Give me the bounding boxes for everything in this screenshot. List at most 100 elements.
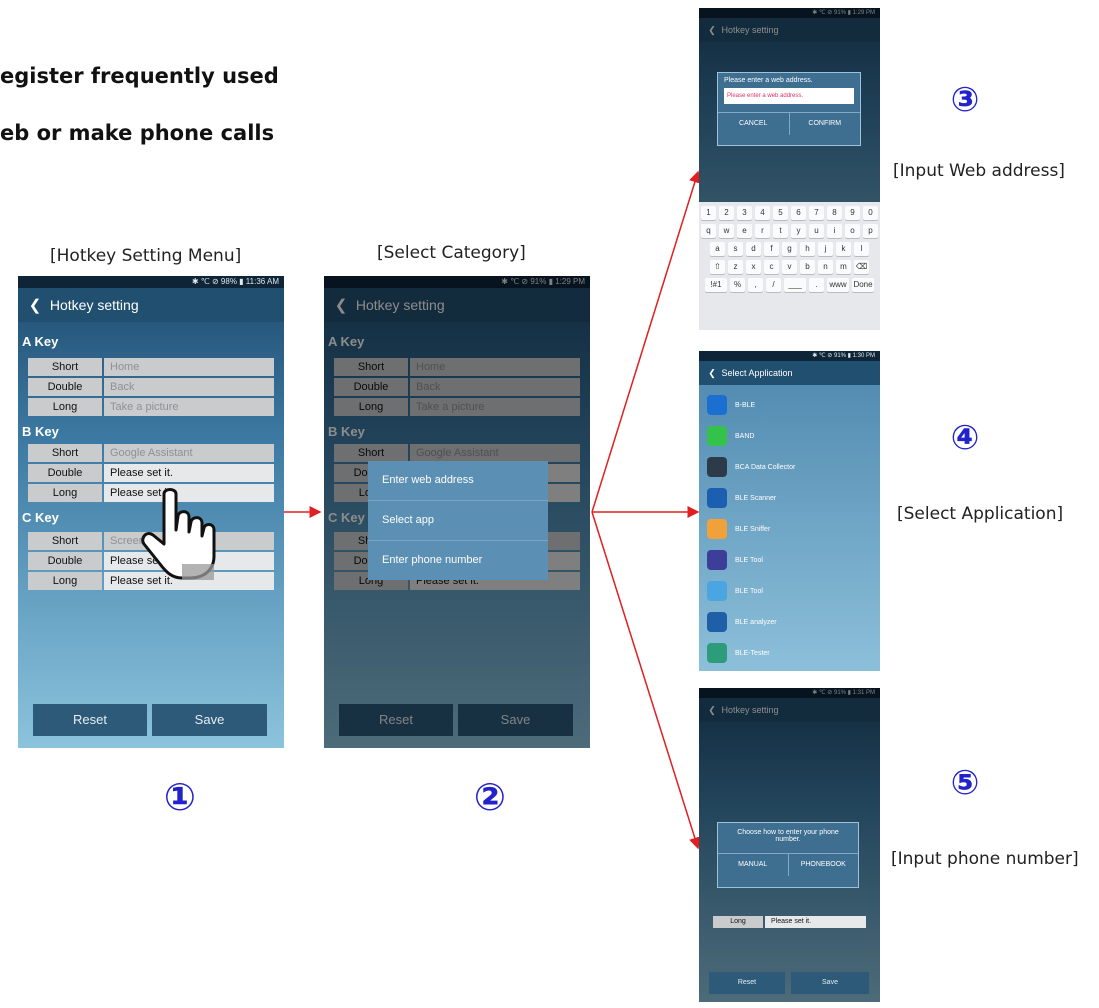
app-list-item[interactable]: BLE Sniffer [707,515,770,543]
row-value[interactable]: Back [104,378,274,396]
section-c-key: C Key [22,510,59,525]
app-icon [707,395,727,415]
keyboard-key[interactable]: z [728,260,743,274]
section-b-key: B Key [22,424,59,439]
keyboard-key[interactable]: , [748,278,763,292]
keyboard-key[interactable]: k [836,242,851,256]
app-list-item[interactable]: BCA Data Collector [707,453,795,481]
keyboard-key[interactable]: u [809,224,824,238]
keyboard-key[interactable]: s [728,242,743,256]
row-label: Short [28,444,102,462]
app-icon [707,488,727,508]
keyboard-key[interactable]: b [800,260,815,274]
web-address-input[interactable]: Please enter a web address. [724,88,854,104]
keyboard-key[interactable]: w [719,224,734,238]
row-label: Long [713,916,763,928]
app-list-item[interactable]: BLE-Tester [707,639,770,667]
keyboard-key[interactable]: f [764,242,779,256]
app-name: BLE-Tester [735,649,770,657]
keyboard-key[interactable]: 5 [773,206,788,220]
keyboard-key[interactable]: m [836,260,851,274]
keyboard-key[interactable]: ___ [784,278,806,292]
dialog-title: Please enter a web address. [724,77,813,84]
app-list-item[interactable]: BAND [707,422,754,450]
keyboard-key[interactable]: h [800,242,815,256]
title-bar: ❮ Hotkey setting [18,288,284,322]
keyboard-key[interactable]: ⌫ [854,260,869,274]
back-icon[interactable]: ❮ [705,361,719,385]
keyboard-key[interactable]: i [827,224,842,238]
app-list-item[interactable]: B-BLE [707,391,755,419]
keyboard-key[interactable]: l [854,242,869,256]
keyboard-key[interactable]: 8 [827,206,842,220]
menu-item-enter-web-address[interactable]: Enter web address [368,461,548,501]
keyboard-key[interactable]: p [863,224,878,238]
app-name: BAND [735,432,755,440]
confirm-button[interactable]: CONFIRM [790,113,861,135]
phonebook-button[interactable]: PHONEBOOK [789,854,859,876]
keyboard-key[interactable]: t [773,224,788,238]
keyboard-key[interactable]: x [746,260,761,274]
keyboard-key[interactable]: e [737,224,752,238]
row-label: Double [28,464,102,482]
row-value[interactable]: Google Assistant [104,444,274,462]
arrow-2-to-3 [591,170,701,513]
app-name: BCA Data Collector [735,463,796,471]
keyboard-key[interactable]: 7 [809,206,824,220]
keyboard-key[interactable]: d [746,242,761,256]
keyboard-key[interactable]: c [764,260,779,274]
keyboard-key[interactable]: r [755,224,770,238]
reset-button[interactable]: Reset [33,704,147,736]
app-icon [707,457,727,477]
keyboard-key[interactable]: Done [852,278,874,292]
row-value[interactable]: Take a picture [104,398,274,416]
keyboard-key[interactable]: a [710,242,725,256]
keyboard-key[interactable]: 2 [719,206,734,220]
keyboard-key[interactable]: !#1 [705,278,727,292]
back-icon[interactable]: ❮ [24,289,46,323]
row-a-double[interactable]: Double Back [28,378,274,396]
row-b-double[interactable]: DoublePlease set it. [28,464,274,482]
keyboard-key[interactable]: j [818,242,833,256]
keyboard-key[interactable]: . [809,278,824,292]
row-value[interactable]: Please set it. [765,916,866,928]
hand-pointer-icon [141,488,216,580]
row-value[interactable]: Please set it. [104,464,274,482]
row-c-long[interactable]: Long Please set it. [713,916,866,928]
keyboard-key[interactable]: v [782,260,797,274]
keyboard-key[interactable]: % [730,278,745,292]
menu-item-enter-phone-number[interactable]: Enter phone number [368,541,548,580]
manual-button[interactable]: MANUAL [718,854,789,876]
app-list-item[interactable]: BLE Scanner [707,484,776,512]
keyboard-key[interactable]: / [766,278,781,292]
keyboard-key[interactable]: www [827,278,849,292]
keyboard-key[interactable]: 6 [791,206,806,220]
keyboard-key[interactable]: 4 [755,206,770,220]
row-a-short[interactable]: Short Home [28,358,274,376]
cancel-button[interactable]: CANCEL [718,113,790,135]
keyboard-row-4: !#1%, / ___. www Done [699,278,880,292]
reset-button[interactable]: Reset [709,972,785,994]
row-b-short[interactable]: Short Google Assistant [28,444,274,462]
keyboard-key[interactable]: 1 [701,206,716,220]
keyboard-key[interactable]: 9 [845,206,860,220]
keyboard-key[interactable]: g [782,242,797,256]
keyboard-row-1: qwertyuiop [699,224,880,238]
app-list-item[interactable]: BLE Tool [707,546,763,574]
save-button[interactable]: Save [152,704,267,736]
keyboard-key[interactable]: ⇧ [710,260,725,274]
screen-input-phone-number: ✱ ℃ ⊘ 91% ▮ 1:31 PM ❮ Hotkey setting Cho… [699,688,880,1002]
keyboard-key[interactable]: 0 [863,206,878,220]
keyboard-key[interactable]: n [818,260,833,274]
menu-item-select-app[interactable]: Select app [368,501,548,541]
save-button[interactable]: Save [791,972,869,994]
app-icon [707,612,727,632]
row-a-long[interactable]: Long Take a picture [28,398,274,416]
row-value[interactable]: Home [104,358,274,376]
keyboard-key[interactable]: 3 [737,206,752,220]
keyboard-key[interactable]: q [701,224,716,238]
app-list-item[interactable]: BLE Tool [707,577,763,605]
keyboard-key[interactable]: y [791,224,806,238]
app-list-item[interactable]: BLE analyzer [707,608,777,636]
keyboard-key[interactable]: o [845,224,860,238]
